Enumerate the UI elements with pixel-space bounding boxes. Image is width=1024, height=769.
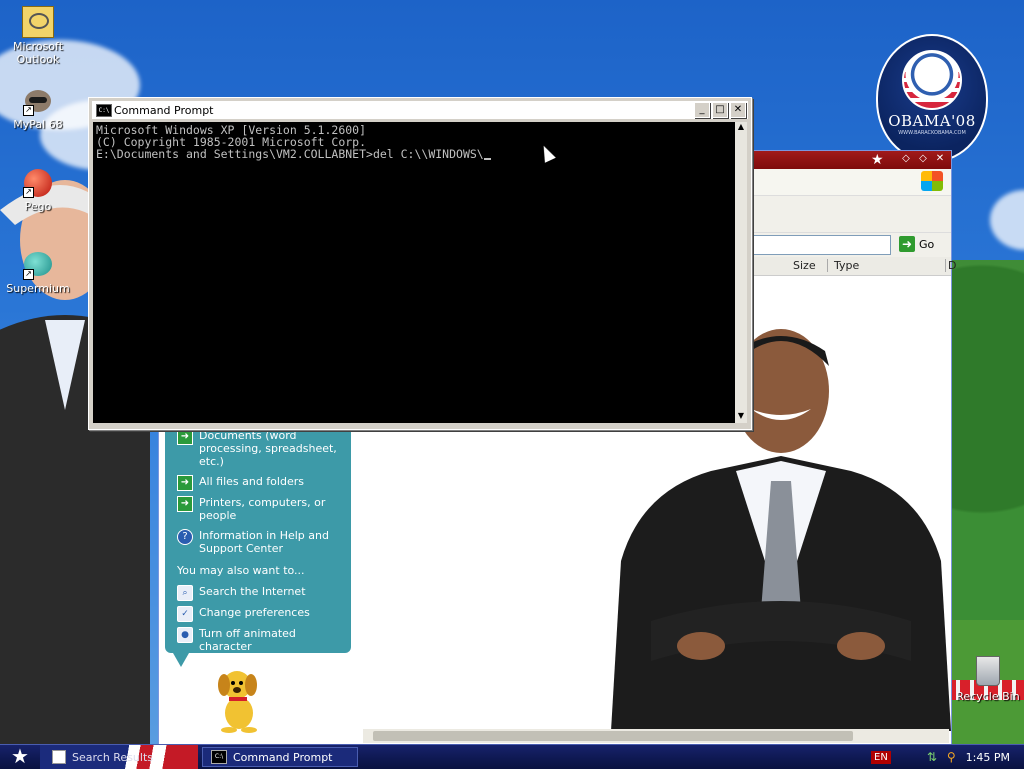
arrow-icon: ➜ [177, 475, 193, 491]
search-internet-link[interactable]: ⌕ Search the Internet [177, 585, 345, 601]
desktop-icon-label: Supermium [6, 282, 70, 295]
desktop-icon-label: MyPal 68 [13, 118, 63, 131]
system-tray: EN ⇅ ⚲ 1:45 PM [871, 745, 1024, 769]
start-button[interactable]: ★ [0, 745, 40, 769]
arrow-icon: ➜ [177, 429, 193, 445]
search-link-label: Turn off animated character [199, 627, 296, 653]
character-icon: ● [177, 627, 193, 643]
address-input[interactable] [749, 235, 891, 255]
column-header-size[interactable]: Size [793, 259, 816, 272]
taskbar: ★ Search Results C:\ Command Prompt EN ⇅… [0, 744, 1024, 769]
search-option-label: Information in Help and Support Center [199, 529, 329, 555]
preferences-icon: ✓ [177, 606, 193, 622]
search-option-help[interactable]: ? Information in Help and Support Center [177, 529, 345, 555]
language-indicator[interactable]: EN [871, 750, 891, 764]
turn-off-character-link[interactable]: ● Turn off animated character [177, 627, 345, 653]
go-button[interactable]: ➜ Go [899, 236, 934, 252]
horizontal-scrollbar[interactable] [363, 729, 949, 743]
close-button[interactable]: ✕ [730, 102, 746, 118]
desktop-icon-label: Pego [24, 200, 52, 213]
maximize-button[interactable]: □ [712, 102, 728, 118]
search-option-label: Documents (word processing, spreadsheet,… [199, 429, 337, 468]
taskbar-item-label: Search Results [72, 750, 154, 764]
scrollbar-thumb[interactable] [373, 731, 853, 741]
supermium-icon: ↗ [23, 250, 53, 280]
search-option-documents[interactable]: ➜ Documents (word processing, spreadshee… [177, 429, 345, 468]
logo-text: OBAMA'08 [888, 112, 976, 130]
column-header-type[interactable]: Type [827, 259, 859, 272]
desktop-icon-supermium[interactable]: ↗ Supermium [2, 250, 74, 295]
desktop-icon-pego[interactable]: ↗ Pego [2, 168, 74, 213]
search-link-label: Change preferences [199, 606, 310, 619]
raccoon-icon: ↗ [23, 86, 53, 116]
console-output[interactable]: Microsoft Windows XP [Version 5.1.2600](… [93, 122, 735, 423]
windows-logo-icon [921, 171, 943, 191]
taskbar-item-command-prompt[interactable]: C:\ Command Prompt [202, 747, 358, 767]
shortcut-arrow-icon: ↗ [23, 105, 34, 116]
search-internet-icon: ⌕ [177, 585, 193, 601]
search-window-icon [52, 750, 66, 764]
search-dog-character[interactable] [209, 663, 269, 733]
rising-sun-icon [902, 50, 962, 110]
help-icon: ? [177, 529, 193, 545]
console-input-line: E:\Documents and Settings\VM2.COLLABNET>… [96, 148, 732, 160]
desktop-icon-label: Microsoft Outlook [12, 40, 64, 66]
logo-subtext: WWW.BARACKOBAMA.COM [898, 130, 966, 136]
go-arrow-icon: ➜ [899, 236, 915, 252]
search-option-printers[interactable]: ➜ Printers, computers, or people [177, 496, 345, 522]
taskbar-item-search-results[interactable]: Search Results [44, 747, 200, 767]
command-prompt-window: C:\ Command Prompt _ □ ✕ Microsoft Windo… [88, 97, 752, 430]
also-want-heading: You may also want to... [177, 564, 305, 577]
minimize-button[interactable]: ◇ [899, 153, 913, 165]
scroll-down-icon[interactable]: ▼ [735, 411, 747, 423]
scroll-up-icon[interactable]: ▲ [735, 122, 747, 134]
command-text: E:\Documents and Settings\VM2.COLLABNET>… [96, 147, 484, 161]
cmd-icon: C:\ [96, 104, 112, 117]
network-icon[interactable]: ⇅ [927, 750, 937, 764]
search-option-all-files[interactable]: ➜ All files and folders [177, 475, 345, 491]
minimize-button[interactable]: _ [694, 102, 710, 118]
column-headers: Size Type D [749, 257, 956, 276]
cloud [990, 190, 1024, 250]
desktop-icon-mypal[interactable]: ↗ MyPal 68 [2, 86, 74, 131]
change-preferences-link[interactable]: ✓ Change preferences [177, 606, 345, 622]
shortcut-arrow-icon: ↗ [23, 187, 34, 198]
search-option-label: All files and folders [199, 475, 304, 488]
pego-icon: ↗ [23, 168, 53, 198]
column-header-date[interactable]: D [945, 259, 956, 272]
maximize-button[interactable]: ◇ [916, 153, 930, 165]
cmd-icon: C:\ [211, 750, 227, 764]
search-tray-icon[interactable]: ⚲ [947, 750, 956, 764]
text-cursor [483, 148, 491, 160]
taskbar-item-label: Command Prompt [233, 750, 333, 764]
cmd-titlebar[interactable]: C:\ Command Prompt _ □ ✕ [92, 101, 748, 119]
star-icon: ★ [871, 152, 884, 168]
desktop-icon-label: Recycle Bin [956, 690, 1020, 703]
desktop-icon-outlook[interactable]: Microsoft Outlook [2, 6, 74, 66]
shortcut-arrow-icon: ↗ [23, 269, 34, 280]
window-title: Command Prompt [114, 104, 214, 117]
outlook-icon [22, 6, 54, 38]
clock[interactable]: 1:45 PM [966, 751, 1010, 764]
recycle-bin-icon [976, 656, 1000, 686]
obama-08-logo: OBAMA'08 WWW.BARACKOBAMA.COM [876, 34, 988, 162]
arrow-icon: ➜ [177, 496, 193, 512]
speech-bubble-tail [173, 653, 189, 667]
desktop-icon-recycle-bin[interactable]: Recycle Bin [952, 656, 1024, 703]
go-label: Go [919, 237, 935, 251]
search-option-label: Printers, computers, or people [199, 496, 326, 522]
search-companion-pane: ➜ Documents (word processing, spreadshee… [165, 423, 351, 653]
close-button[interactable]: ✕ [933, 153, 947, 165]
vertical-scrollbar[interactable]: ▲ ▼ [735, 122, 747, 423]
search-link-label: Search the Internet [199, 585, 306, 598]
